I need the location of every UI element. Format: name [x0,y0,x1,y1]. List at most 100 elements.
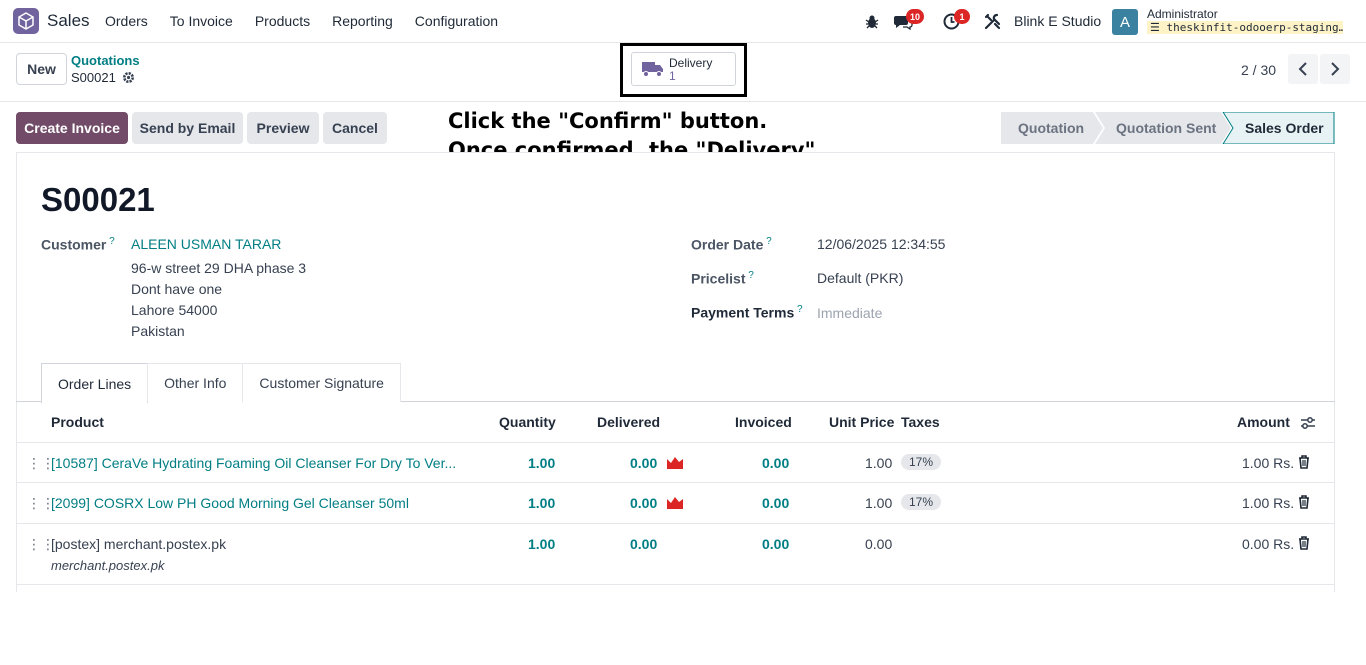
create-invoice-button[interactable]: Create Invoice [16,112,128,144]
preview-button[interactable]: Preview [247,112,319,144]
pricelist-label-text: Pricelist [691,270,746,287]
database-name: ☰ theskinfit-odooerp-staging… [1147,21,1343,34]
line-product-link[interactable]: [2099] COSRX Low PH Good Morning Gel Cle… [51,495,409,511]
menu-orders[interactable]: Orders [105,13,148,29]
chevron-left-icon [1298,62,1307,76]
line-quantity[interactable]: 1.00 [528,455,555,471]
gear-icon[interactable] [122,71,135,84]
line-quantity[interactable]: 1.00 [528,536,555,552]
line-unit-price[interactable]: 0.00 [865,536,892,552]
line-amount: 1.00 Rs. [1242,455,1295,471]
messages-count-badge: 10 [906,9,925,24]
line-invoiced[interactable]: 0.00 [762,495,789,511]
row-divider [16,584,1335,585]
bug-icon[interactable] [864,0,880,43]
main-menu: Orders To Invoice Products Reporting Con… [105,13,520,29]
pricelist-field[interactable]: Default (PKR) [817,270,903,286]
user-name[interactable]: Administrator [1147,7,1218,21]
column-header-amount[interactable]: Amount [1237,414,1290,430]
trash-icon[interactable] [1298,536,1310,550]
line-amount: 0.00 Rs. [1242,536,1295,552]
breadcrumb-current-label: S00021 [71,70,116,85]
trash-icon[interactable] [1298,455,1310,469]
menu-configuration[interactable]: Configuration [415,13,498,29]
customer-label-text: Customer [41,236,107,253]
stage-quotation[interactable]: Quotation [1018,112,1084,144]
new-button[interactable]: New [16,53,67,85]
delivery-smart-button-count: 1 [669,69,676,83]
column-header-unit-price[interactable]: Unit Price [829,414,894,430]
help-icon[interactable]: ? [794,304,803,315]
row-divider [16,442,1335,443]
help-icon[interactable]: ? [745,270,754,281]
truck-icon [642,62,663,77]
database-icon: ☰ [1150,21,1167,34]
help-icon[interactable]: ? [106,236,115,247]
chevron-right-icon [1331,62,1340,76]
line-unit-price[interactable]: 1.00 [865,455,892,471]
row-divider [16,523,1335,524]
line-invoiced[interactable]: 0.00 [762,455,789,471]
send-by-email-button[interactable]: Send by Email [132,112,243,144]
notebook-tabs: Order Lines Other Info Customer Signatur… [41,363,401,403]
debug-tools-icon[interactable] [984,0,1001,43]
payment-terms-field[interactable]: Immediate [817,305,882,321]
column-header-invoiced[interactable]: Invoiced [735,414,792,430]
customer-label: Customer ? [41,236,115,253]
line-description: merchant.postex.pk [51,558,165,573]
forecast-chart-icon[interactable] [667,496,683,509]
order-date-field[interactable]: 12/06/2025 12:34:55 [817,236,945,252]
company-switcher[interactable]: Blink E Studio [1014,13,1101,29]
pager-next-button[interactable] [1320,54,1350,84]
row-divider [16,482,1335,483]
line-product[interactable]: [postex] merchant.postex.pk [51,536,226,552]
pager-previous-button[interactable] [1288,54,1318,84]
line-delivered[interactable]: 0.00 [630,495,657,511]
column-header-quantity[interactable]: Quantity [499,414,556,430]
customer-address-line: Pakistan [131,323,185,339]
app-name[interactable]: Sales [47,11,90,31]
pricelist-label: Pricelist ? [691,270,754,287]
line-invoiced[interactable]: 0.00 [762,536,789,552]
payment-terms-label-text: Payment Terms [691,304,795,321]
breadcrumb-quotations[interactable]: Quotations [71,53,140,68]
forecast-chart-icon[interactable] [667,456,683,469]
customer-address-line: 96-w street 29 DHA phase 3 [131,260,307,276]
sales-app-icon[interactable] [13,8,39,34]
stage-quotation-sent[interactable]: Quotation Sent [1116,112,1216,144]
stage-sales-order[interactable]: Sales Order [1245,112,1324,144]
order-date-label-text: Order Date [691,236,764,253]
tax-badge[interactable]: 17% [901,454,942,470]
line-delivered[interactable]: 0.00 [630,536,657,552]
tax-badge[interactable]: 17% [901,494,942,510]
line-delivered[interactable]: 0.00 [630,455,657,471]
line-product-link[interactable]: [10587] CeraVe Hydrating Foaming Oil Cle… [51,455,456,471]
help-icon[interactable]: ? [763,236,772,247]
database-name-label: theskinfit-odooerp-staging… [1166,21,1343,34]
order-name: S00021 [41,181,155,218]
customer-address-line: Lahore 54000 [131,302,218,318]
control-panel-divider [0,101,1366,102]
line-quantity[interactable]: 1.00 [528,495,555,511]
top-navbar: Sales Orders To Invoice Products Reporti… [0,0,1366,43]
order-date-label: Order Date ? [691,236,772,253]
column-header-product[interactable]: Product [51,414,104,430]
user-avatar[interactable]: A [1112,9,1138,35]
delivery-smart-button-label: Delivery [669,56,713,70]
menu-to-invoice[interactable]: To Invoice [170,13,233,29]
customer-name-link[interactable]: ALEEN USMAN TARAR [131,236,281,252]
tab-other-info[interactable]: Other Info [147,363,244,402]
line-unit-price[interactable]: 1.00 [865,495,892,511]
menu-reporting[interactable]: Reporting [332,13,393,29]
pager-value[interactable]: 2 / 30 [1241,62,1276,78]
optional-columns-icon[interactable] [1300,416,1316,430]
line-amount: 1.00 Rs. [1242,495,1295,511]
tab-order-lines[interactable]: Order Lines [41,363,149,403]
tab-customer-signature[interactable]: Customer Signature [242,363,401,402]
cancel-button[interactable]: Cancel [323,112,387,144]
column-header-delivered[interactable]: Delivered [597,414,660,430]
customer-address-line: Dont have one [131,281,223,297]
column-header-taxes[interactable]: Taxes [901,414,940,430]
trash-icon[interactable] [1298,495,1310,509]
menu-products[interactable]: Products [255,13,310,29]
